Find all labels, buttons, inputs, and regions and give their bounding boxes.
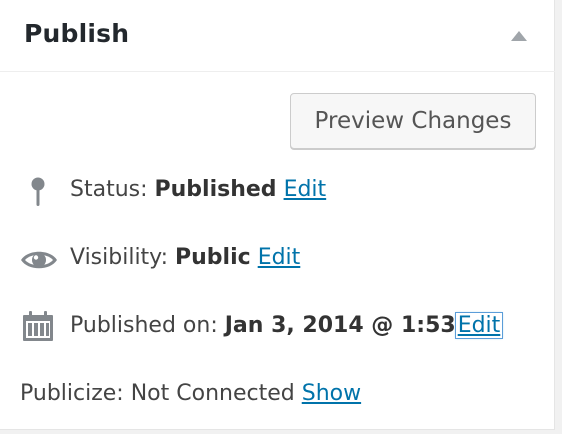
status-edit-link[interactable]: Edit [284, 177, 327, 202]
publicize-value: Not Connected [130, 381, 295, 406]
publish-box-header[interactable]: Publish [0, 0, 555, 72]
visibility-label: Visibility: [70, 245, 169, 270]
visibility-edit-link[interactable]: Edit [258, 245, 301, 270]
publicize-label: Publicize: [20, 381, 124, 406]
visibility-value: Public [175, 245, 251, 270]
publish-box: Publish Preview Changes Status: Publishe… [0, 0, 555, 430]
collapse-arrow-icon[interactable] [511, 31, 527, 41]
calendar-icon [22, 310, 54, 348]
published-on-label: Published on: [70, 313, 218, 338]
published-on-value: Jan 3, 2014 @ 1:53 [224, 313, 456, 338]
status-value: Published [154, 177, 277, 202]
publish-box-title: Publish [24, 19, 130, 48]
publicize-show-link[interactable]: Show [302, 381, 361, 406]
eye-icon [20, 248, 58, 278]
preview-changes-button[interactable]: Preview Changes [290, 93, 536, 149]
published-on-edit-link[interactable]: Edit [454, 312, 504, 339]
status-label: Status: [70, 177, 148, 202]
pin-icon [30, 177, 46, 213]
